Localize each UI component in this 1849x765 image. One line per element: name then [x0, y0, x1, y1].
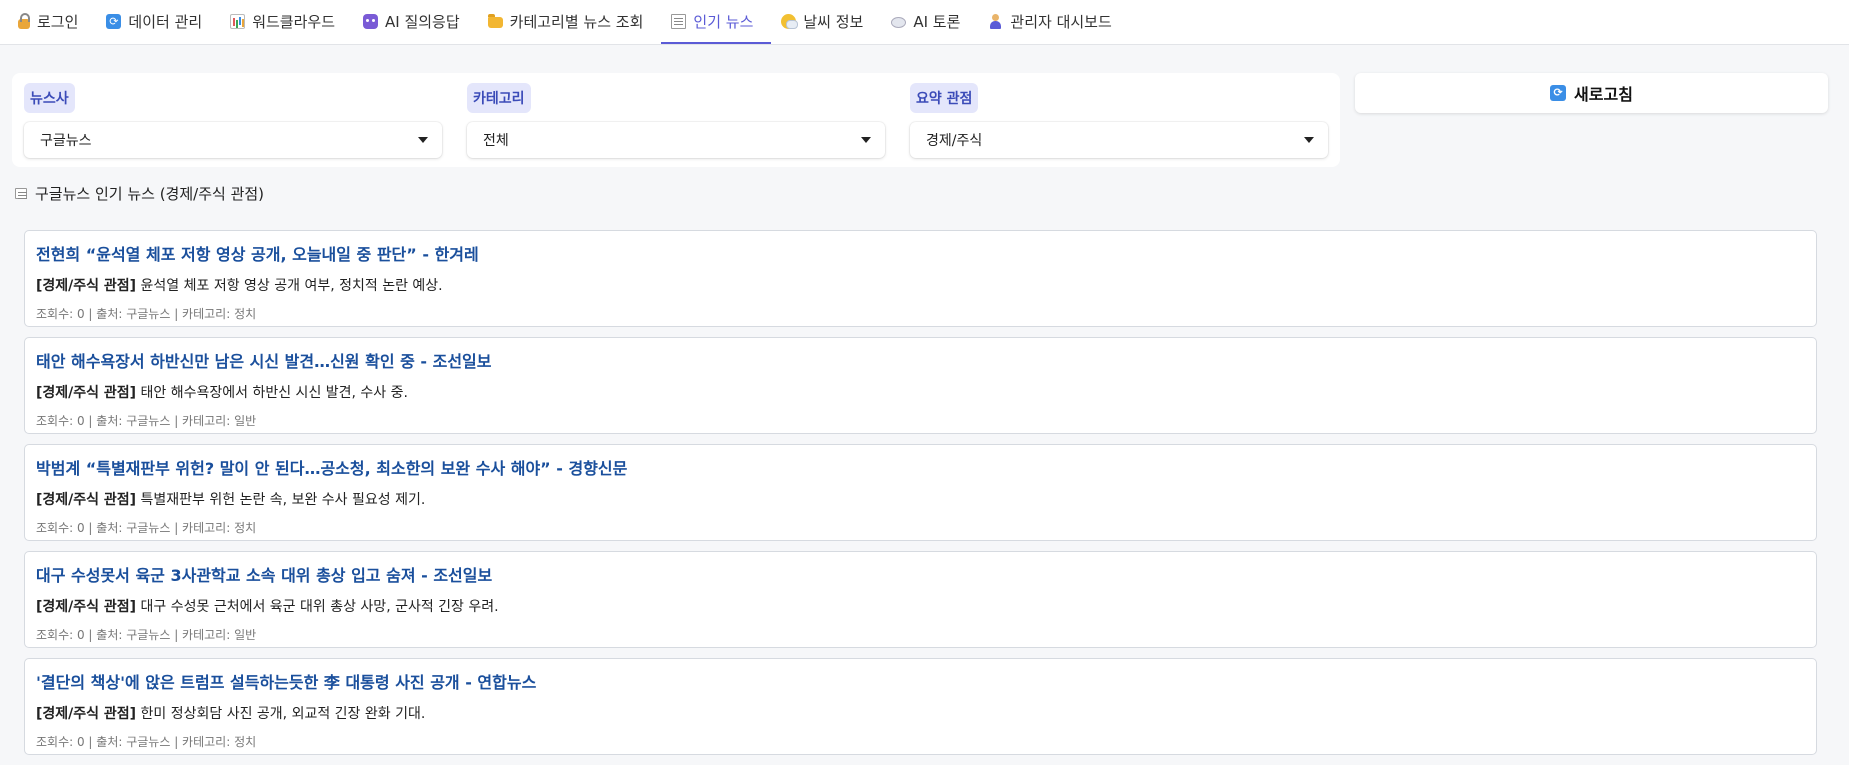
refresh-button-label: 새로고침: [1574, 85, 1633, 104]
news-title-link[interactable]: 대구 수성못서 육군 3사관학교 소속 대위 총상 입고 숨져 - 조선일보: [36, 562, 492, 586]
admin-person-icon: [988, 13, 1003, 29]
tab-label: 로그인: [37, 12, 79, 31]
tab-label: 날씨 정보: [803, 12, 864, 31]
filter-panel: 뉴스사 구글뉴스 카테고리 전체 요약 관점 경제/주식: [12, 73, 1340, 167]
bar-chart-icon: [230, 13, 246, 29]
news-meta: 조회수: 0 | 출처: 구글뉴스 | 카테고리: 정치: [36, 521, 257, 535]
news-perspective-tag: [경제/주식 관점]: [36, 385, 137, 401]
news-perspective-tag: [경제/주식 관점]: [36, 278, 137, 294]
tab-ai-debate[interactable]: AI 토론: [881, 0, 978, 44]
perspective-select-value: 경제/주식: [926, 133, 983, 149]
tab-label: 워드클라우드: [252, 12, 335, 31]
news-summary: [경제/주식 관점] 태안 해수욕장에서 하반신 시신 발견, 수사 중.: [36, 382, 1805, 402]
category-filter: 카테고리 전체: [467, 83, 885, 158]
category-label: 카테고리: [467, 83, 531, 113]
perspective-filter: 요약 관점 경제/주식: [910, 83, 1328, 158]
tab-category-news[interactable]: 카테고리별 뉴스 조회: [478, 0, 662, 44]
lock-icon: [18, 12, 30, 29]
news-card: 태안 해수욕장서 하반신만 남은 시신 발견…신원 확인 중 - 조선일보 [경…: [24, 337, 1817, 434]
news-perspective-tag: [경제/주식 관점]: [36, 492, 137, 508]
tab-wordcloud[interactable]: 워드클라우드: [220, 0, 353, 44]
news-list: 전현희 “윤석열 체포 저항 영상 공개, 오늘내일 중 판단” - 한겨레 […: [24, 230, 1817, 765]
perspective-label: 요약 관점: [910, 83, 979, 113]
news-perspective-tag: [경제/주식 관점]: [36, 706, 137, 722]
chevron-down-icon: [418, 137, 428, 143]
tab-admin-dashboard[interactable]: 관리자 대시보드: [978, 0, 1129, 44]
folder-icon: [487, 14, 503, 28]
speech-bubble-icon: [891, 17, 907, 28]
robot-icon: [363, 13, 378, 29]
section-title-text: 구글뉴스 인기 뉴스 (경제/주식 관점): [35, 185, 265, 203]
newspaper-icon: [671, 13, 687, 29]
newspaper-icon: [15, 188, 27, 199]
news-title-link[interactable]: 전현희 “윤석열 체포 저항 영상 공개, 오늘내일 중 판단” - 한겨레: [36, 241, 479, 265]
news-card: 전현희 “윤석열 체포 저항 영상 공개, 오늘내일 중 판단” - 한겨레 […: [24, 230, 1817, 327]
tab-label: 카테고리별 뉴스 조회: [509, 12, 644, 31]
publisher-select[interactable]: 구글뉴스: [24, 122, 442, 158]
news-card: 박범계 “특별재판부 위헌? 말이 안 된다…공소청, 최소한의 보완 수사 해…: [24, 444, 1817, 541]
news-meta: 조회수: 0 | 출처: 구글뉴스 | 카테고리: 정치: [36, 735, 257, 749]
tab-label: 데이터 관리: [128, 12, 203, 31]
tab-ai-qa[interactable]: AI 질의응답: [353, 0, 478, 44]
news-title-link[interactable]: '결단의 책상'에 앉은 트럼프 설득하는듯한 李 대통령 사진 공개 - 연합…: [36, 669, 536, 693]
news-title-link[interactable]: 태안 해수욕장서 하반신만 남은 시신 발견…신원 확인 중 - 조선일보: [36, 348, 492, 372]
tab-weather[interactable]: 날씨 정보: [771, 0, 881, 44]
publisher-filter: 뉴스사 구글뉴스: [24, 83, 442, 158]
news-summary: [경제/주식 관점] 윤석열 체포 저항 영상 공개 여부, 정치적 논란 예상…: [36, 275, 1805, 295]
category-select[interactable]: 전체: [467, 122, 885, 158]
perspective-select[interactable]: 경제/주식: [910, 122, 1328, 158]
tab-label: AI 질의응답: [385, 12, 460, 31]
news-card: '결단의 책상'에 앉은 트럼프 설득하는듯한 李 대통령 사진 공개 - 연합…: [24, 658, 1817, 755]
chevron-down-icon: [1304, 137, 1314, 143]
tab-label: 인기 뉴스: [693, 12, 754, 31]
tab-label: AI 토론: [913, 12, 961, 31]
tab-login[interactable]: 로그인: [8, 0, 96, 44]
publisher-select-value: 구글뉴스: [40, 133, 92, 149]
refresh-icon: ⟳: [106, 13, 122, 29]
news-summary-text: 태안 해수욕장에서 하반신 시신 발견, 수사 중.: [136, 385, 408, 401]
category-select-value: 전체: [483, 133, 509, 149]
news-card: 대구 수성못서 육군 3사관학교 소속 대위 총상 입고 숨져 - 조선일보 […: [24, 551, 1817, 648]
news-summary: [경제/주식 관점] 한미 정상회담 사진 공개, 외교적 긴장 완화 기대.: [36, 703, 1805, 723]
publisher-label: 뉴스사: [24, 83, 75, 113]
refresh-button[interactable]: ⟳ 새로고침: [1355, 73, 1828, 113]
news-title-link[interactable]: 박범계 “특별재판부 위헌? 말이 안 된다…공소청, 최소한의 보완 수사 해…: [36, 455, 627, 479]
news-meta: 조회수: 0 | 출처: 구글뉴스 | 카테고리: 일반: [36, 414, 257, 428]
news-summary: [경제/주식 관점] 특별재판부 위헌 논란 속, 보완 수사 필요성 제기.: [36, 489, 1805, 509]
news-summary-text: 한미 정상회담 사진 공개, 외교적 긴장 완화 기대.: [136, 706, 426, 722]
section-heading: 구글뉴스 인기 뉴스 (경제/주식 관점): [15, 183, 264, 204]
weather-icon: [781, 13, 799, 29]
chevron-down-icon: [861, 137, 871, 143]
refresh-icon: ⟳: [1550, 85, 1567, 101]
news-summary-text: 특별재판부 위헌 논란 속, 보완 수사 필요성 제기.: [136, 492, 426, 508]
tab-bar: 로그인 ⟳ 데이터 관리 워드클라우드 AI 질의응답 카테고리별 뉴스 조회 …: [0, 0, 1849, 45]
news-perspective-tag: [경제/주식 관점]: [36, 599, 137, 615]
controls-row: 뉴스사 구글뉴스 카테고리 전체 요약 관점 경제/주식 ⟳ 새로고침: [12, 73, 1840, 167]
tab-data-management[interactable]: ⟳ 데이터 관리: [96, 0, 220, 44]
news-summary-text: 대구 수성못 근처에서 육군 대위 총상 사망, 군사적 긴장 우려.: [136, 599, 499, 615]
news-meta: 조회수: 0 | 출처: 구글뉴스 | 카테고리: 일반: [36, 628, 257, 642]
news-summary: [경제/주식 관점] 대구 수성못 근처에서 육군 대위 총상 사망, 군사적 …: [36, 596, 1805, 616]
news-summary-text: 윤석열 체포 저항 영상 공개 여부, 정치적 논란 예상.: [136, 278, 443, 294]
tab-label: 관리자 대시보드: [1010, 12, 1112, 31]
tab-popular-news[interactable]: 인기 뉴스: [661, 0, 772, 44]
news-meta: 조회수: 0 | 출처: 구글뉴스 | 카테고리: 정치: [36, 307, 257, 321]
